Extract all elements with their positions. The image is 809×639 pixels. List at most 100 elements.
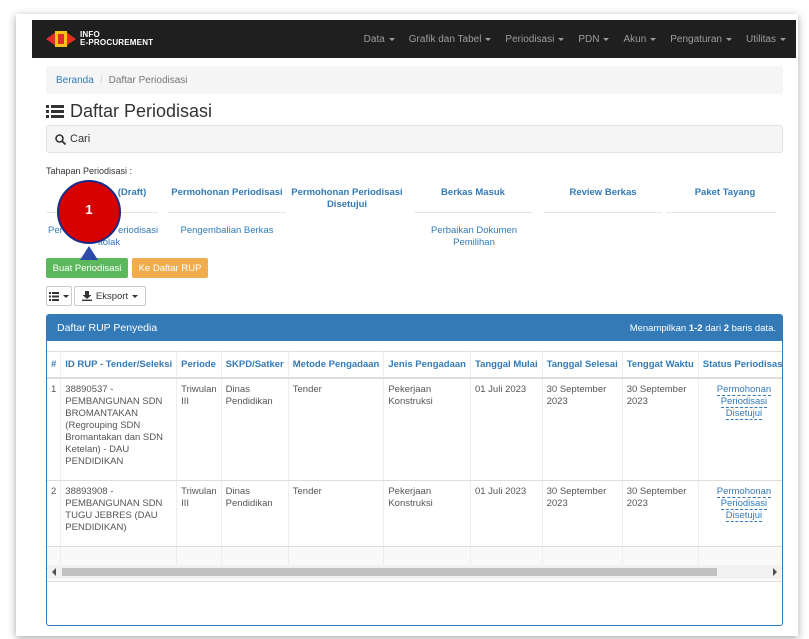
page-title-text: Daftar Periodisasi [70,101,213,121]
step-marker-badge: 1 [57,180,121,244]
nav-label: Akun [623,33,647,45]
panel-header: Daftar RUP Penyedia Menampilkan 1-2 dari… [47,315,782,341]
search-toggle[interactable]: Cari [46,125,783,153]
caret-down-icon [388,37,395,41]
caret-down-icon [650,37,657,41]
cell-skpd: Dinas Pendidikan [221,377,289,481]
panel-info: Menampilkan 1-2 dari 2 baris data. [630,323,776,334]
rup-panel: Daftar RUP Penyedia Menampilkan 1-2 dari… [46,314,783,626]
nav-label: PDN [578,33,600,45]
nav-item-grafik[interactable]: Grafik dan Tabel [409,34,492,45]
nav-menu: Data Grafik dan Tabel Periodisasi PDN Ak… [364,20,786,58]
info-mid: dari [702,322,724,334]
list-icon [46,105,64,118]
caret-down-icon [485,37,492,41]
caret-down-icon [725,37,732,41]
stage-perbaikan[interactable]: Perbaikan Dokumen Pemilihan [424,225,524,249]
stage-disetujui[interactable]: Permohonan Periodisasi Disetujui [288,187,406,211]
panel-footer-divider [47,581,782,582]
cell-jenis: Pekerjaan Konstruksi [383,377,471,481]
rup-table: # ID RUP - Tender/Seleksi Periode SKPD/S… [47,351,782,569]
col-header[interactable]: Jenis Pengadaan [383,351,471,379]
status-link[interactable]: Permohonan Periodisasi Disetujui [716,486,772,522]
scroll-right-arrow-icon[interactable] [773,568,777,576]
col-header[interactable]: Metode Pengadaan [288,351,385,379]
panel-title: Daftar RUP Penyedia [57,322,158,334]
stage-ditolak-fragment[interactable]: eriodisasi [118,225,168,237]
col-header[interactable]: Tanggal Selesai [542,351,623,379]
stage-review-berkas[interactable]: Review Berkas [544,187,662,199]
search-icon [55,133,66,145]
list-icon [49,291,59,301]
columns-toggle-button[interactable] [46,286,72,306]
download-icon [81,291,92,301]
nav-item-pdn[interactable]: PDN [578,33,610,45]
nav-label: Pengaturan [670,33,722,45]
cell-metode: Tender [288,480,385,547]
cell-periode: Triwulan III [176,480,222,547]
cell-id-rup: 38890537 - PEMBANGUNAN SDN BROMANTAKAN (… [60,377,178,481]
cell-jenis: Pekerjaan Konstruksi [383,480,471,547]
cell-tenggat: 30 September 2023 [622,480,699,547]
nav-item-akun[interactable]: Akun [623,33,657,45]
row-number: 1 [47,377,62,481]
stage-permohonan[interactable]: Permohonan Periodisasi [168,187,286,199]
info-suffix: baris data. [729,322,776,334]
col-header[interactable]: Tanggal Mulai [470,351,543,379]
stage-pengembalian[interactable]: Pengembalian Berkas [168,225,286,237]
breadcrumb-current: Daftar Periodisasi [108,74,188,86]
stage-berkas-masuk[interactable]: Berkas Masuk [414,187,532,199]
nav-item-pengaturan[interactable]: Pengaturan [670,34,732,45]
scroll-left-arrow-icon[interactable] [52,568,56,576]
nav-item-utilitas[interactable]: Utilitas [746,34,786,45]
stage-divider [666,212,776,213]
stage-divider [414,212,532,213]
cell-metode: Tender [288,377,385,481]
breadcrumb-home[interactable]: Beranda [56,75,94,86]
col-header[interactable]: Periode [176,351,222,379]
stage-draft[interactable]: (Draft) [112,187,152,199]
pointer-arrow-icon [80,246,98,260]
ke-daftar-rup-button[interactable]: Ke Daftar RUP [132,258,208,278]
table-header-row: # ID RUP - Tender/Seleksi Periode SKPD/S… [47,351,782,379]
cell-status: Permohonan Periodisasi Disetujui [698,480,782,547]
nav-item-data[interactable]: Data [364,34,395,45]
cell-tanggal-selesai: 30 September 2023 [542,377,623,481]
eksport-button[interactable]: Eksport [74,286,146,306]
stage-paket-tayang[interactable]: Paket Tayang [666,187,784,199]
cell-tenggat: 30 September 2023 [622,377,699,481]
brand-line2: E-PROCUREMENT [80,38,154,47]
caret-down-icon [132,294,139,298]
scroll-thumb[interactable] [62,568,717,576]
row-number: 2 [47,480,62,547]
stage-divider [168,212,286,213]
cell-id-rup: 38893908 - PEMBANGUNAN SDN TUGU JEBRES (… [60,480,178,547]
table-row: 2 38893908 - PEMBANGUNAN SDN TUGU JEBRES… [47,480,782,547]
cell-tanggal-selesai: 30 September 2023 [542,480,623,547]
nav-label: Grafik dan Tabel [408,33,482,45]
table-row: 1 38890537 - PEMBANGUNAN SDN BROMANTAKAN… [47,377,782,481]
cell-status: Permohonan Periodisasi Disetujui [698,377,782,481]
brand-logo[interactable]: INFO E-PROCUREMENT [46,20,153,58]
eksport-label: Eksport [95,290,129,302]
nav-label: Utilitas [745,33,776,45]
col-header[interactable]: # [47,351,62,379]
nav-item-periodisasi[interactable]: Periodisasi [505,34,565,45]
cell-periode: Triwulan III [176,377,222,481]
col-header[interactable]: Tenggat Waktu [622,351,699,379]
status-link[interactable]: Permohonan Periodisasi Disetujui [716,383,772,420]
caret-down-icon [780,37,786,41]
search-label: Cari [70,133,91,145]
breadcrumb: Beranda / Daftar Periodisasi [46,66,783,94]
buat-periodisasi-button[interactable]: Buat Periodisasi [46,258,128,278]
col-header[interactable]: SKPD/Satker [221,351,289,379]
cell-tanggal-mulai: 01 Juli 2023 [470,480,543,547]
info-range: 1-2 [688,322,703,334]
horizontal-scrollbar[interactable] [48,565,781,579]
tahapan-label: Tahapan Periodisasi : [46,166,133,176]
page-title: Daftar Periodisasi [46,101,212,122]
caret-down-icon [63,294,69,298]
col-header[interactable]: ID RUP - Tender/Seleksi [60,351,178,379]
cell-tanggal-mulai: 01 Juli 2023 [470,377,543,481]
col-header[interactable]: Status Periodisasi [698,351,782,379]
